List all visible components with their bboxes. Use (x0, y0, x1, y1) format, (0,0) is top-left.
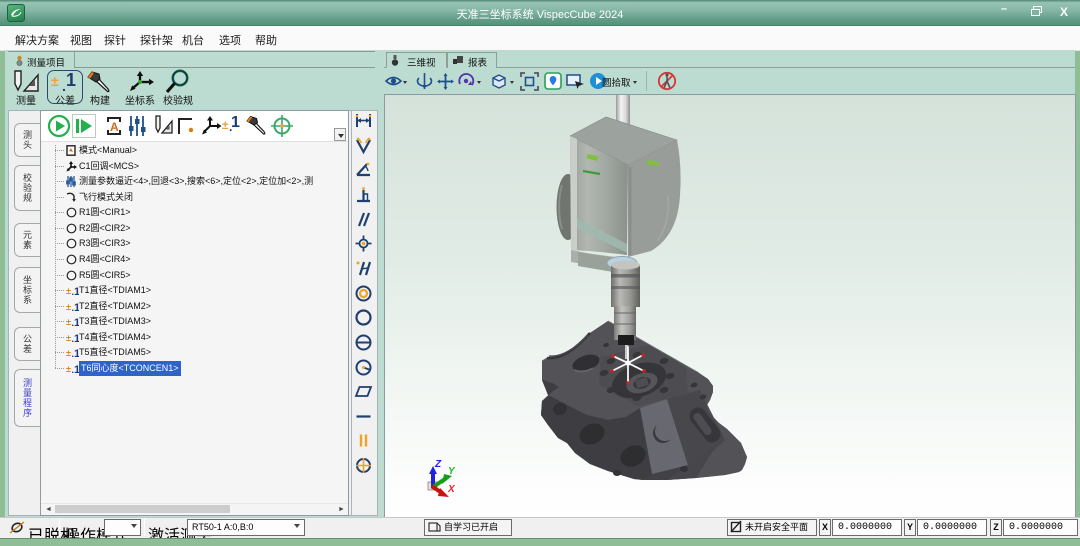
svg-text:A: A (110, 120, 119, 134)
svg-text:±: ± (66, 333, 71, 343)
svg-text:±: ± (66, 364, 71, 374)
svg-text:X: X (447, 484, 456, 495)
svg-text:Y: Y (448, 466, 456, 477)
svg-text:±: ± (66, 317, 71, 327)
svg-text:±: ± (66, 348, 71, 358)
svg-text:Z: Z (434, 459, 442, 470)
svg-text:±: ± (66, 286, 71, 296)
svg-text:±: ± (66, 302, 71, 312)
